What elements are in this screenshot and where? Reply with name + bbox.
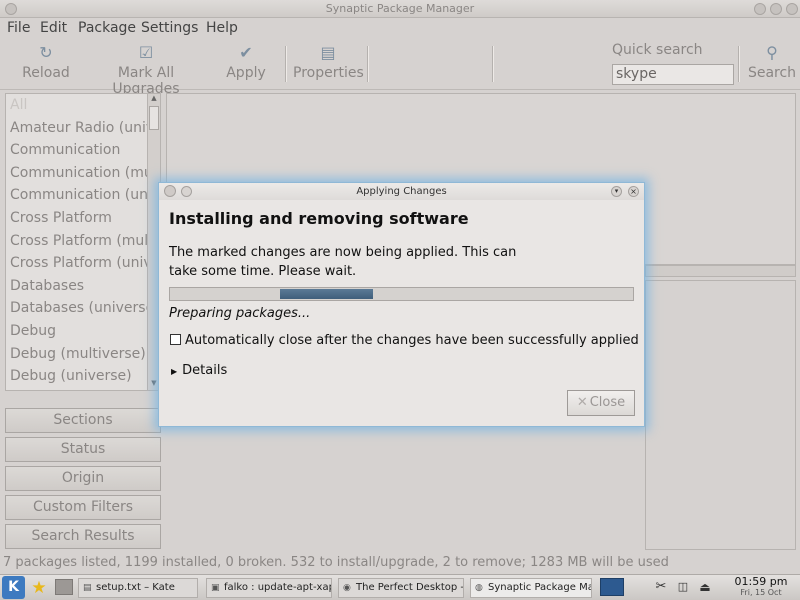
list-item[interactable]: Communication — [6, 139, 160, 162]
close-window-icon[interactable] — [786, 3, 798, 15]
dialog-heading: Installing and removing software — [169, 209, 469, 228]
list-item[interactable]: Cross Platform (mult — [6, 230, 160, 253]
close-button[interactable]: ✕ Close — [567, 390, 635, 416]
checkbox-icon[interactable] — [170, 334, 181, 345]
toolbar-separator — [285, 46, 287, 82]
clock[interactable]: 01:59 pm Fri, 15 Oct — [726, 576, 796, 598]
menu-help[interactable]: Help — [206, 18, 238, 38]
quick-search-input[interactable]: skype — [612, 64, 734, 85]
autoclose-checkbox[interactable]: Automatically close after the changes ha… — [170, 333, 639, 348]
list-item[interactable]: Cross Platform (univ — [6, 252, 160, 275]
task-terminal[interactable]: ▣ falko : update-apt-xapi — [206, 578, 332, 598]
list-item[interactable]: All — [6, 94, 160, 117]
minimize-dialog-icon[interactable]: ▾ — [611, 186, 622, 197]
list-item[interactable]: Communication (uni — [6, 184, 160, 207]
menu-file[interactable]: File — [7, 18, 30, 38]
scroll-up-icon[interactable]: ▲ — [149, 94, 159, 104]
properties-icon: ▤ — [320, 43, 336, 62]
task-kate[interactable]: ▤ setup.txt – Kate — [78, 578, 198, 598]
package-list-scrollbar[interactable] — [645, 265, 796, 277]
search-button[interactable]: ⚲ Search — [746, 43, 798, 82]
package-description-pane — [645, 280, 796, 550]
expander-arrow-icon: ▶ — [171, 367, 178, 376]
properties-button[interactable]: ▤ Properties — [293, 43, 364, 82]
pin-icon[interactable] — [181, 186, 192, 197]
status-bar: 7 packages listed, 1199 installed, 0 bro… — [3, 555, 669, 570]
apply-button[interactable]: ✔ Apply — [224, 43, 268, 82]
details-expander[interactable]: ▶ Details — [171, 363, 227, 378]
applying-changes-dialog: Applying Changes ▾ × Installing and remo… — [158, 182, 645, 427]
list-item[interactable]: Amateur Radio (univ — [6, 117, 160, 140]
pager-icon[interactable] — [600, 578, 624, 596]
progress-bar — [169, 287, 634, 301]
mark-all-upgrades-button[interactable]: ☑ Mark All Upgrades — [84, 43, 208, 98]
close-icon: ✕ — [576, 395, 588, 410]
list-item[interactable]: Cross Platform — [6, 207, 160, 230]
list-item[interactable]: Debug (universe) — [6, 365, 160, 388]
custom-filters-button[interactable]: Custom Filters — [5, 495, 161, 520]
list-item[interactable]: Debug — [6, 320, 160, 343]
browser-icon: ◉ — [343, 583, 351, 593]
reload-button[interactable]: ↻ Reload — [22, 43, 70, 82]
toolbar-separator — [738, 46, 740, 82]
mark-upgrades-icon: ☑ — [138, 43, 154, 62]
favorites-icon[interactable]: ★ — [29, 578, 49, 598]
show-desktop-icon[interactable] — [55, 579, 73, 595]
menu-settings[interactable]: Settings — [141, 18, 198, 38]
progress-pulse — [280, 289, 373, 299]
task-browser[interactable]: ◉ The Perfect Desktop - — [338, 578, 464, 598]
list-item[interactable]: Databases — [6, 275, 160, 298]
quick-search-label: Quick search — [612, 42, 703, 58]
reload-icon: ↻ — [39, 43, 53, 62]
section-list[interactable]: All Amateur Radio (univ Communication Co… — [5, 93, 161, 391]
search-icon: ⚲ — [766, 43, 778, 62]
menu-package[interactable]: Package — [78, 18, 136, 38]
window-titlebar: Synaptic Package Manager — [0, 0, 800, 18]
origin-filter-button[interactable]: Origin — [5, 466, 161, 491]
network-icon[interactable]: ◫ — [675, 579, 691, 595]
close-dialog-icon[interactable]: × — [628, 186, 639, 197]
list-item[interactable]: Databases (universe) — [6, 297, 160, 320]
minimize-icon[interactable] — [754, 3, 766, 15]
sections-filter-button[interactable]: Sections — [5, 408, 161, 433]
device-notifier-icon[interactable]: ⏏ — [697, 579, 713, 595]
text-editor-icon: ▤ — [83, 583, 92, 593]
details-label: Details — [182, 363, 228, 378]
toolbar-separator — [367, 46, 369, 82]
clock-date: Fri, 15 Oct — [740, 588, 782, 597]
maximize-icon[interactable] — [770, 3, 782, 15]
dialog-titlebar: Applying Changes ▾ × — [159, 183, 644, 200]
window-menu-icon[interactable] — [5, 3, 17, 15]
synaptic-icon: ◍ — [475, 583, 483, 593]
dialog-message: The marked changes are now being applied… — [169, 245, 517, 279]
terminal-icon: ▣ — [211, 583, 220, 593]
clock-time: 01:59 pm — [734, 575, 788, 588]
window-title: Synaptic Package Manager — [325, 2, 475, 15]
task-synaptic[interactable]: ◍Synaptic Package Mana — [470, 578, 592, 598]
menu-edit[interactable]: Edit — [40, 18, 67, 38]
menu-bar: File Edit Package Settings Help — [0, 18, 800, 38]
toolbar-separator — [492, 46, 494, 82]
list-item[interactable]: Debug (multiverse) — [6, 343, 160, 366]
kde-menu-icon[interactable]: K — [2, 576, 25, 599]
taskbar: K ★ ▤ setup.txt – Kate ▣ falko : update-ap… — [0, 574, 800, 600]
autoclose-label: Automatically close after the changes ha… — [185, 333, 639, 348]
search-results-button[interactable]: Search Results — [5, 524, 161, 549]
synaptic-app-icon — [164, 185, 176, 197]
status-filter-button[interactable]: Status — [5, 437, 161, 462]
scroll-thumb[interactable] — [149, 106, 159, 130]
checkmark-icon: ✔ — [239, 43, 253, 62]
progress-label: Preparing packages... — [169, 306, 311, 321]
list-item[interactable]: Communication (mu — [6, 162, 160, 185]
klipper-icon[interactable]: ✂ — [653, 579, 669, 595]
dialog-title: Applying Changes — [356, 186, 447, 197]
